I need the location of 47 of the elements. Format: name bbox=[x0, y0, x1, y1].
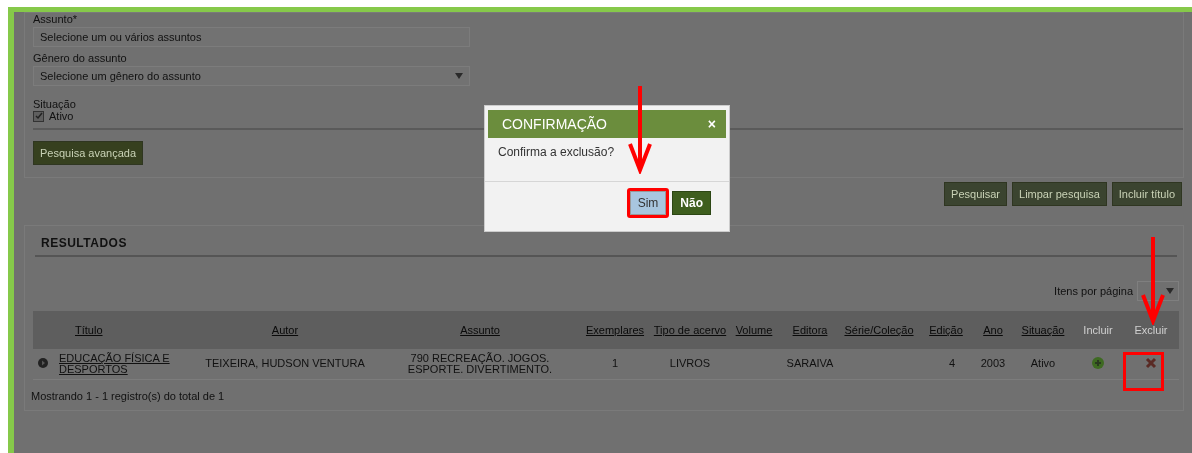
column-header[interactable]: Editora bbox=[792, 324, 828, 336]
column-header[interactable]: Volume bbox=[735, 324, 773, 336]
results-summary: Mostrando 1 - 1 registro(s) do total de 1 bbox=[31, 389, 226, 402]
dialog-title: CONFIRMAÇÃO bbox=[502, 116, 607, 132]
column-header[interactable]: Exemplares bbox=[585, 324, 645, 336]
dropdown-icon bbox=[455, 73, 463, 79]
advanced-search-button[interactable]: Pesquisa avançada bbox=[33, 141, 143, 165]
column-header[interactable]: Assunto bbox=[460, 324, 500, 336]
field-label: Assunto* bbox=[33, 13, 79, 25]
action-button[interactable]: Pesquisar bbox=[944, 182, 1008, 206]
field-label: Situação bbox=[33, 98, 77, 110]
table-cell: LIVROS bbox=[669, 357, 711, 370]
column-header[interactable]: Edição bbox=[929, 324, 963, 336]
table-cell: 2003 bbox=[980, 357, 1006, 370]
column-header[interactable]: Tipo de acervo bbox=[653, 324, 727, 336]
table-cell: TEIXEIRA, HUDSON VENTURA bbox=[205, 357, 365, 370]
action-button[interactable]: Limpar pesquisa bbox=[1012, 182, 1107, 206]
per-page-select[interactable] bbox=[1137, 281, 1179, 301]
column-header: Excluir bbox=[1134, 324, 1168, 336]
checkbox-label: Ativo bbox=[49, 110, 74, 122]
column-header: Incluir bbox=[1083, 324, 1113, 336]
action-button[interactable]: Incluir título bbox=[1111, 182, 1182, 206]
table-cell: 790 RECREAÇÃO. JOGOS. ESPORTE. DIVERTIMENTO. bbox=[407, 351, 553, 375]
column-header[interactable]: Situação bbox=[1021, 324, 1065, 336]
input-field[interactable]: Selecione um ou vários assuntos bbox=[33, 27, 470, 47]
dropdown-icon bbox=[1166, 288, 1174, 294]
add-icon bbox=[1092, 356, 1104, 369]
select-field[interactable]: Selecione um gênero do assunto bbox=[33, 66, 470, 86]
column-header[interactable]: Autor bbox=[271, 324, 299, 336]
column-header[interactable]: Ano bbox=[983, 324, 1003, 336]
close-button[interactable]: × bbox=[705, 116, 718, 132]
column-header[interactable]: Título bbox=[75, 324, 103, 336]
section-title: RESULTADOS bbox=[41, 236, 128, 250]
title-link[interactable]: EDUCAÇÃO FÍSICA E DESPORTOS bbox=[53, 352, 187, 375]
table-cell: Ativo bbox=[1030, 357, 1056, 370]
per-page-label: Itens por página bbox=[1054, 285, 1133, 297]
table-cell: 4 bbox=[948, 357, 955, 370]
field-label: Gênero do assunto bbox=[33, 52, 128, 64]
table-cell: SARAIVA bbox=[786, 357, 834, 370]
dialog-message: Confirma a exclusão? bbox=[498, 145, 616, 159]
checkbox[interactable] bbox=[33, 110, 44, 122]
expand-icon bbox=[38, 357, 48, 368]
column-header[interactable]: Série/Coleção bbox=[844, 324, 914, 336]
yes-button[interactable]: Sim bbox=[629, 191, 667, 215]
delete-icon bbox=[1145, 356, 1157, 369]
table-cell: 1 bbox=[611, 357, 619, 370]
no-button[interactable]: Não bbox=[672, 191, 711, 215]
